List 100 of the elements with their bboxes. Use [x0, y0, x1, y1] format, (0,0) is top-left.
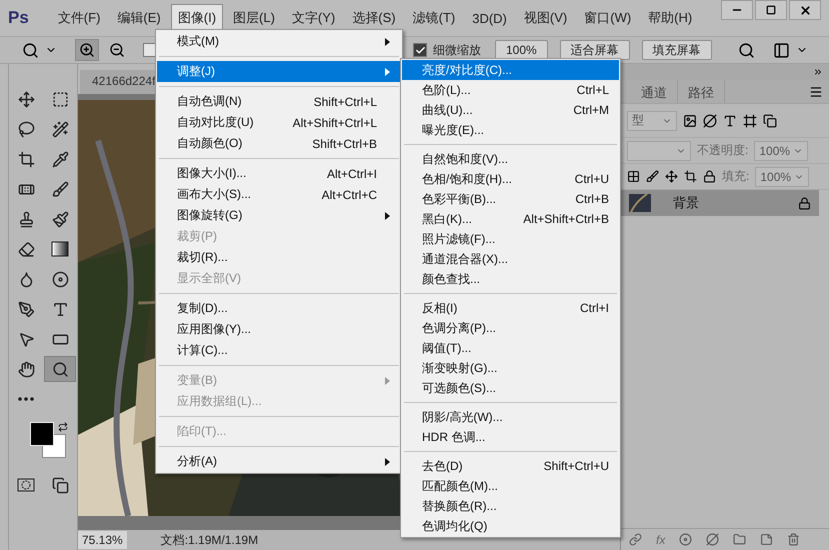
- menu-item[interactable]: 曝光度(E)...: [402, 120, 619, 140]
- app-logo: Ps: [8, 8, 29, 28]
- filter-dropdown[interactable]: 型: [627, 110, 677, 130]
- crop-icon: [18, 150, 34, 168]
- new-layer-icon[interactable]: [760, 533, 774, 546]
- pen-icon: [18, 300, 34, 318]
- checkmark-icon: [414, 44, 426, 56]
- menu-item[interactable]: 复制(D)...: [157, 298, 401, 319]
- menu-item[interactable]: 自动对比度(U) Alt+Shift+Ctrl+L: [157, 112, 401, 133]
- fill-value: 100%: [760, 170, 792, 184]
- menu-bar-item[interactable]: 帮助(H): [641, 4, 700, 32]
- menu-item[interactable]: 裁切(R)...: [157, 247, 401, 268]
- menu-item[interactable]: 色相/饱和度(H)... Ctrl+U: [402, 169, 619, 189]
- shape-filter-icon[interactable]: [743, 114, 757, 128]
- toolbar-button[interactable]: 适合屏幕: [560, 40, 630, 60]
- menu-item[interactable]: 模式(M): [157, 31, 401, 52]
- opacity-label: 不透明度:: [697, 142, 748, 159]
- fill-field[interactable]: 100%: [755, 166, 810, 186]
- filter-text: 型: [632, 112, 644, 129]
- type-filter-icon[interactable]: [723, 114, 737, 128]
- zoom-icon[interactable]: [22, 42, 39, 58]
- maximize-button[interactable]: [755, 0, 787, 20]
- menu-item[interactable]: 自动色调(N) Shift+Ctrl+L: [157, 91, 401, 112]
- menu-item[interactable]: 黑白(K)... Alt+Shift+Ctrl+B: [402, 209, 619, 229]
- stamp-icon: [18, 210, 34, 228]
- panel-tab[interactable]: 通道: [631, 80, 678, 103]
- menu-bar-item[interactable]: 视图(V): [516, 4, 574, 32]
- menu-bar-item[interactable]: 文件(F): [50, 4, 108, 32]
- magic-wand-icon: [52, 120, 68, 138]
- menu-item[interactable]: 调整(J): [157, 61, 401, 82]
- layer-row[interactable]: 背景: [621, 190, 819, 216]
- checkbox-label: 细微缩放: [433, 42, 481, 58]
- marquee-icon: [52, 90, 68, 108]
- menu-bar-item[interactable]: 选择(S): [345, 4, 403, 32]
- close-icon: [798, 4, 812, 16]
- menu-item[interactable]: 色阶(L)... Ctrl+L: [402, 80, 619, 100]
- color-swatches-drawing[interactable]: [30, 422, 66, 458]
- menu-item[interactable]: 匹配颜色(M)...: [402, 476, 619, 496]
- swap-colors-icon[interactable]: [58, 422, 68, 432]
- trash-icon[interactable]: [787, 533, 800, 546]
- collapse-icon[interactable]: [813, 67, 823, 77]
- mask-icon[interactable]: [679, 533, 692, 546]
- lock-transparency-icon[interactable]: [627, 170, 640, 183]
- zoom-in-button[interactable]: [75, 39, 99, 61]
- menu-item[interactable]: 反相(I) Ctrl+I: [402, 298, 619, 318]
- menu-item[interactable]: 色彩平衡(B)... Ctrl+B: [402, 189, 619, 209]
- menu-item[interactable]: 替换颜色(R)...: [402, 496, 619, 516]
- minimize-button[interactable]: [721, 0, 753, 20]
- checkbox[interactable]: [413, 43, 427, 57]
- menu-item[interactable]: 曲线(U)... Ctrl+M: [402, 100, 619, 120]
- tool-button[interactable]: [44, 356, 76, 382]
- menu-item[interactable]: 图像旋转(G): [157, 205, 401, 226]
- lock-all-icon[interactable]: [703, 170, 716, 183]
- lock-pixels-icon[interactable]: [646, 170, 659, 183]
- toolbar-button[interactable]: 填充屏幕: [642, 40, 712, 60]
- menu-item[interactable]: 通道混合器(X)...: [402, 249, 619, 269]
- menu-item[interactable]: 渐变映射(G)...: [402, 358, 619, 378]
- opacity-value: 100%: [759, 144, 790, 158]
- menu-item[interactable]: 阈值(T)...: [402, 338, 619, 358]
- eyedropper-icon: [52, 150, 68, 168]
- menu-item[interactable]: 画布大小(S)... Alt+Ctrl+C: [157, 184, 401, 205]
- menu-icon[interactable]: [809, 84, 823, 98]
- workspace-icon[interactable]: [772, 42, 790, 58]
- menu-item[interactable]: 应用图像(Y)...: [157, 319, 401, 340]
- menu-bar-item[interactable]: 3D(D): [465, 6, 514, 30]
- image-filter-icon[interactable]: [683, 114, 697, 128]
- menu-item[interactable]: 阴影/高光(W)...: [402, 407, 619, 427]
- menu-bar-item[interactable]: 滤镜(T): [406, 4, 462, 32]
- toolbar-button[interactable]: 100%: [495, 40, 548, 60]
- menu-item[interactable]: 颜色查找...: [402, 269, 619, 289]
- close-button[interactable]: [789, 0, 821, 20]
- menu-item[interactable]: 自动颜色(O) Shift+Ctrl+B: [157, 133, 401, 154]
- menu-item[interactable]: 亮度/对比度(C)...: [402, 60, 619, 80]
- menu-bar-item[interactable]: 图层(L): [226, 4, 282, 32]
- zoom-icon: [52, 360, 68, 378]
- menu-item[interactable]: 自然饱和度(V)...: [402, 149, 619, 169]
- menu-item[interactable]: 色调分离(P)...: [402, 318, 619, 338]
- brush-icon: [52, 180, 68, 198]
- menu-bar-item[interactable]: 编辑(E): [110, 4, 168, 32]
- link-icon[interactable]: [629, 533, 642, 546]
- menu-item[interactable]: 去色(D) Shift+Ctrl+U: [402, 456, 619, 476]
- lasso-icon: [18, 120, 34, 138]
- folder-icon[interactable]: [733, 533, 746, 546]
- menu-item[interactable]: 计算(C)...: [157, 340, 401, 361]
- menu-item[interactable]: 色调均化(Q): [402, 516, 619, 536]
- menu-item[interactable]: 图像大小(I)... Alt+Ctrl+I: [157, 163, 401, 184]
- eraser-icon: [18, 240, 34, 258]
- quick-mask-icon: [17, 478, 35, 492]
- menu-bar-item[interactable]: 窗口(W): [577, 4, 638, 32]
- layer-thumbnail: [629, 194, 651, 212]
- menu-item[interactable]: 分析(A): [157, 451, 401, 472]
- search-icon[interactable]: [738, 42, 755, 58]
- menu-item[interactable]: 可选颜色(S)...: [402, 378, 619, 398]
- menu-bar-item[interactable]: 文字(Y): [284, 4, 342, 32]
- menu-item[interactable]: HDR 色调...: [402, 427, 619, 447]
- opacity-field[interactable]: 100%: [754, 140, 808, 160]
- lock-position-icon[interactable]: [665, 170, 678, 183]
- menu-item[interactable]: 照片滤镜(F)...: [402, 229, 619, 249]
- panel-tab[interactable]: 路径: [678, 80, 725, 103]
- zoom-level[interactable]: 75.13%: [78, 531, 127, 549]
